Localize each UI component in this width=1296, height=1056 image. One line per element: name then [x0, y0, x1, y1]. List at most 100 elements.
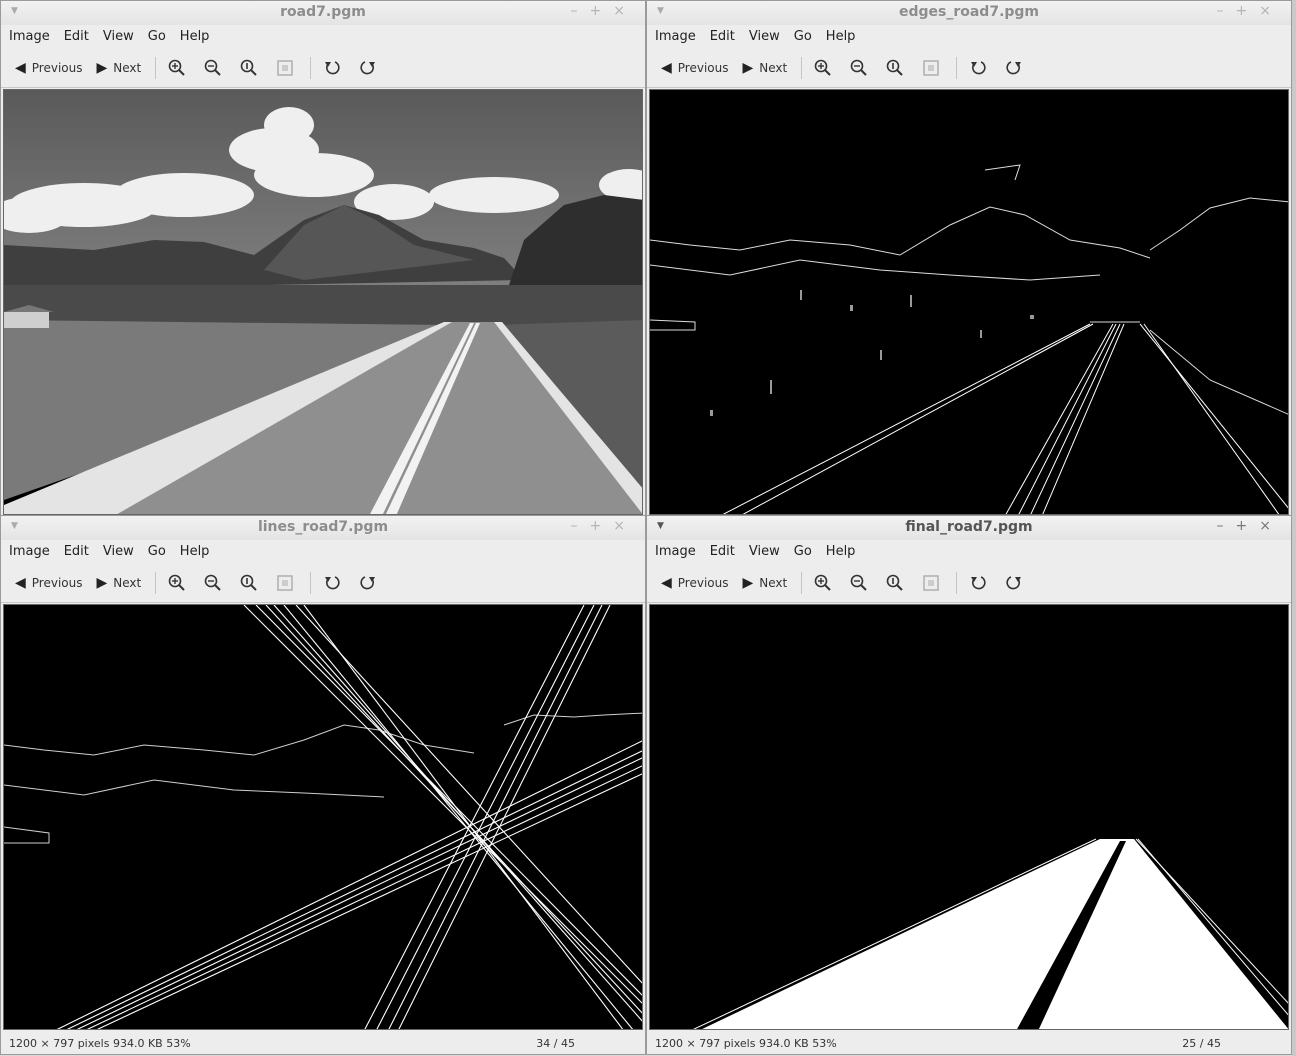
- viewer-window-lines: ▼ lines_road7.pgm –+× Image Edit View Go…: [0, 515, 646, 1055]
- menubar: Image Edit View Go Help: [647, 540, 1291, 562]
- zoom-out-icon[interactable]: [848, 57, 870, 79]
- toolbar-separator: [155, 572, 157, 594]
- menu-edit[interactable]: Edit: [710, 29, 735, 44]
- toolbar: ◀ Previous ▶ Next: [1, 564, 645, 603]
- statusbar: 1200 × 797 pixels 934.0 KB 53% 25 / 45: [647, 1032, 1291, 1054]
- zoom-normal-icon[interactable]: [238, 572, 260, 594]
- menu-go[interactable]: Go: [794, 29, 812, 44]
- rotate-left-icon[interactable]: [967, 572, 989, 594]
- rotate-right-icon[interactable]: [357, 572, 379, 594]
- arrow-left-icon: ◀: [661, 60, 672, 76]
- zoom-in-icon[interactable]: [166, 572, 188, 594]
- image-display-edges[interactable]: [649, 89, 1289, 515]
- menu-image[interactable]: Image: [9, 29, 50, 44]
- zoom-fit-icon[interactable]: [274, 572, 296, 594]
- window-title: final_road7.pgm: [905, 519, 1033, 535]
- previous-button[interactable]: ◀ Previous: [661, 60, 729, 76]
- next-button[interactable]: ▶ Next: [743, 575, 788, 591]
- menu-view[interactable]: View: [749, 29, 780, 44]
- menu-go[interactable]: Go: [148, 544, 166, 559]
- rotate-right-icon[interactable]: [1003, 572, 1025, 594]
- zoom-in-icon[interactable]: [812, 572, 834, 594]
- window-controls[interactable]: –+×: [1217, 518, 1283, 534]
- previous-label: Previous: [677, 576, 729, 590]
- menu-help[interactable]: Help: [826, 29, 856, 44]
- titlebar[interactable]: ▼ edges_road7.pgm –+×: [647, 1, 1291, 25]
- menu-image[interactable]: Image: [655, 544, 696, 559]
- menubar: Image Edit View Go Help: [1, 540, 645, 562]
- toolbar-separator: [155, 57, 157, 79]
- menu-view[interactable]: View: [103, 29, 134, 44]
- menu-help[interactable]: Help: [826, 544, 856, 559]
- toolbar-separator: [801, 572, 803, 594]
- window-controls[interactable]: –+×: [571, 3, 637, 19]
- image-display-final[interactable]: [649, 604, 1289, 1030]
- edges-image: [650, 164, 1288, 514]
- previous-label: Previous: [31, 576, 83, 590]
- rotate-right-icon[interactable]: [357, 57, 379, 79]
- previous-button[interactable]: ◀ Previous: [15, 575, 83, 591]
- arrow-right-icon: ▶: [742, 575, 754, 591]
- menu-image[interactable]: Image: [655, 29, 696, 44]
- toolbar-separator: [956, 572, 958, 594]
- image-display-lines[interactable]: [3, 604, 643, 1030]
- window-title: road7.pgm: [280, 4, 366, 20]
- window-controls[interactable]: –+×: [1217, 3, 1283, 19]
- zoom-fit-icon[interactable]: [920, 572, 942, 594]
- previous-button[interactable]: ◀ Previous: [15, 60, 83, 76]
- previous-button[interactable]: ◀ Previous: [661, 575, 729, 591]
- next-button[interactable]: ▶ Next: [97, 60, 142, 76]
- menu-image[interactable]: Image: [9, 544, 50, 559]
- zoom-in-icon[interactable]: [812, 57, 834, 79]
- toolbar-separator: [310, 572, 312, 594]
- menu-go[interactable]: Go: [148, 29, 166, 44]
- zoom-normal-icon[interactable]: [884, 572, 906, 594]
- rotate-right-icon[interactable]: [1003, 57, 1025, 79]
- zoom-out-icon[interactable]: [202, 572, 224, 594]
- window-controls[interactable]: –+×: [571, 518, 637, 534]
- menu-edit[interactable]: Edit: [64, 29, 89, 44]
- viewer-window-edges: ▼ edges_road7.pgm –+× Image Edit View Go…: [646, 0, 1292, 518]
- next-label: Next: [759, 576, 788, 590]
- titlebar[interactable]: ▼ lines_road7.pgm –+×: [1, 516, 645, 540]
- menu-view[interactable]: View: [103, 544, 134, 559]
- rotate-left-icon[interactable]: [321, 57, 343, 79]
- arrow-right-icon: ▶: [96, 575, 108, 591]
- menu-edit[interactable]: Edit: [710, 544, 735, 559]
- menu-edit[interactable]: Edit: [64, 544, 89, 559]
- arrow-left-icon: ◀: [661, 575, 672, 591]
- arrow-left-icon: ◀: [15, 575, 26, 591]
- zoom-in-icon[interactable]: [166, 57, 188, 79]
- toolbar: ◀ Previous ▶ Next: [647, 564, 1291, 603]
- viewer-window-road7: ▼ road7.pgm –+× Image Edit View Go Help …: [0, 0, 646, 518]
- titlebar[interactable]: ▼ final_road7.pgm –+×: [647, 516, 1291, 540]
- hough-lines-image: [4, 605, 642, 1029]
- zoom-normal-icon[interactable]: [238, 57, 260, 79]
- menu-help[interactable]: Help: [180, 29, 210, 44]
- image-info: 1200 × 797 pixels 934.0 KB 53%: [9, 1036, 191, 1050]
- toolbar-separator: [310, 57, 312, 79]
- next-label: Next: [759, 61, 788, 75]
- toolbar: ◀ Previous ▶ Next: [1, 49, 645, 88]
- rotate-left-icon[interactable]: [321, 572, 343, 594]
- background-window-edge: [1292, 0, 1296, 1056]
- arrow-right-icon: ▶: [96, 60, 108, 76]
- rotate-left-icon[interactable]: [967, 57, 989, 79]
- zoom-normal-icon[interactable]: [884, 57, 906, 79]
- window-title: edges_road7.pgm: [898, 4, 1040, 20]
- image-display-road[interactable]: [3, 89, 643, 515]
- zoom-fit-icon[interactable]: [920, 57, 942, 79]
- zoom-out-icon[interactable]: [848, 572, 870, 594]
- arrow-left-icon: ◀: [15, 60, 26, 76]
- zoom-out-icon[interactable]: [202, 57, 224, 79]
- menu-help[interactable]: Help: [180, 544, 210, 559]
- titlebar[interactable]: ▼ road7.pgm –+×: [1, 1, 645, 25]
- zoom-fit-icon[interactable]: [274, 57, 296, 79]
- menu-go[interactable]: Go: [794, 544, 812, 559]
- menu-view[interactable]: View: [749, 544, 780, 559]
- next-button[interactable]: ▶ Next: [743, 60, 788, 76]
- previous-label: Previous: [677, 61, 729, 75]
- next-button[interactable]: ▶ Next: [97, 575, 142, 591]
- image-info: 1200 × 797 pixels 934.0 KB 53%: [655, 1036, 837, 1050]
- image-index: 25 / 45: [1182, 1036, 1221, 1050]
